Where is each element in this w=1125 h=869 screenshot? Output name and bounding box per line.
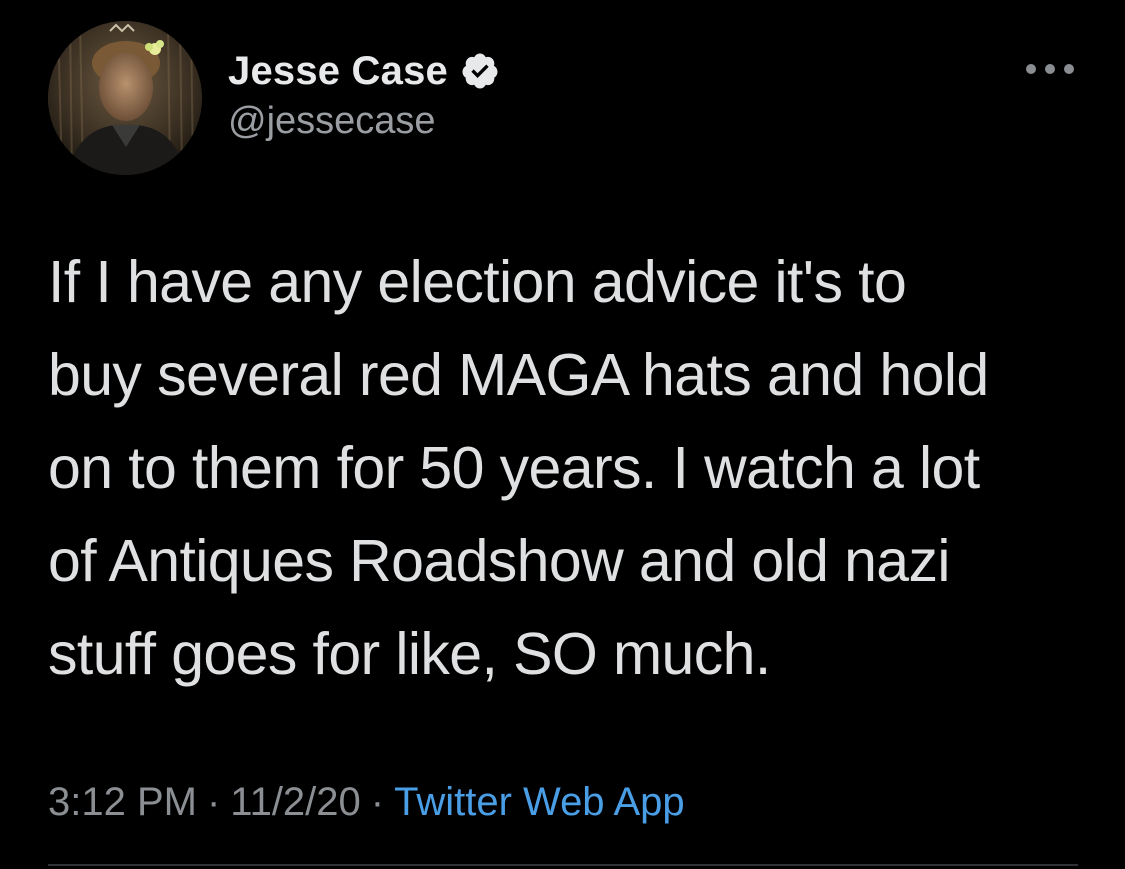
divider	[48, 864, 1078, 866]
avatar-photo	[48, 21, 202, 175]
name-row[interactable]: Jesse Case	[228, 46, 500, 96]
tweet-time[interactable]: 3:12 PM	[48, 780, 197, 824]
more-dot	[1026, 64, 1036, 74]
verified-badge-icon	[460, 51, 500, 91]
tweet-text: If I have any election advice it's to bu…	[48, 249, 989, 687]
tweet-source-link[interactable]: Twitter Web App	[394, 780, 685, 824]
tweet: Jesse Case @jessecase If I have any elec…	[0, 0, 1125, 869]
handle[interactable]: @jessecase	[228, 100, 436, 143]
meta-separator: ·	[206, 780, 221, 824]
more-options-icon[interactable]	[1026, 54, 1074, 84]
more-dot	[1045, 64, 1055, 74]
more-dot	[1064, 64, 1074, 74]
avatar[interactable]	[48, 21, 202, 175]
display-name[interactable]: Jesse Case	[228, 49, 448, 94]
tweet-meta: 3:12 PM · 11/2/20 · Twitter Web App	[48, 776, 685, 828]
tweet-date[interactable]: 11/2/20	[230, 780, 361, 824]
meta-separator: ·	[370, 780, 385, 824]
